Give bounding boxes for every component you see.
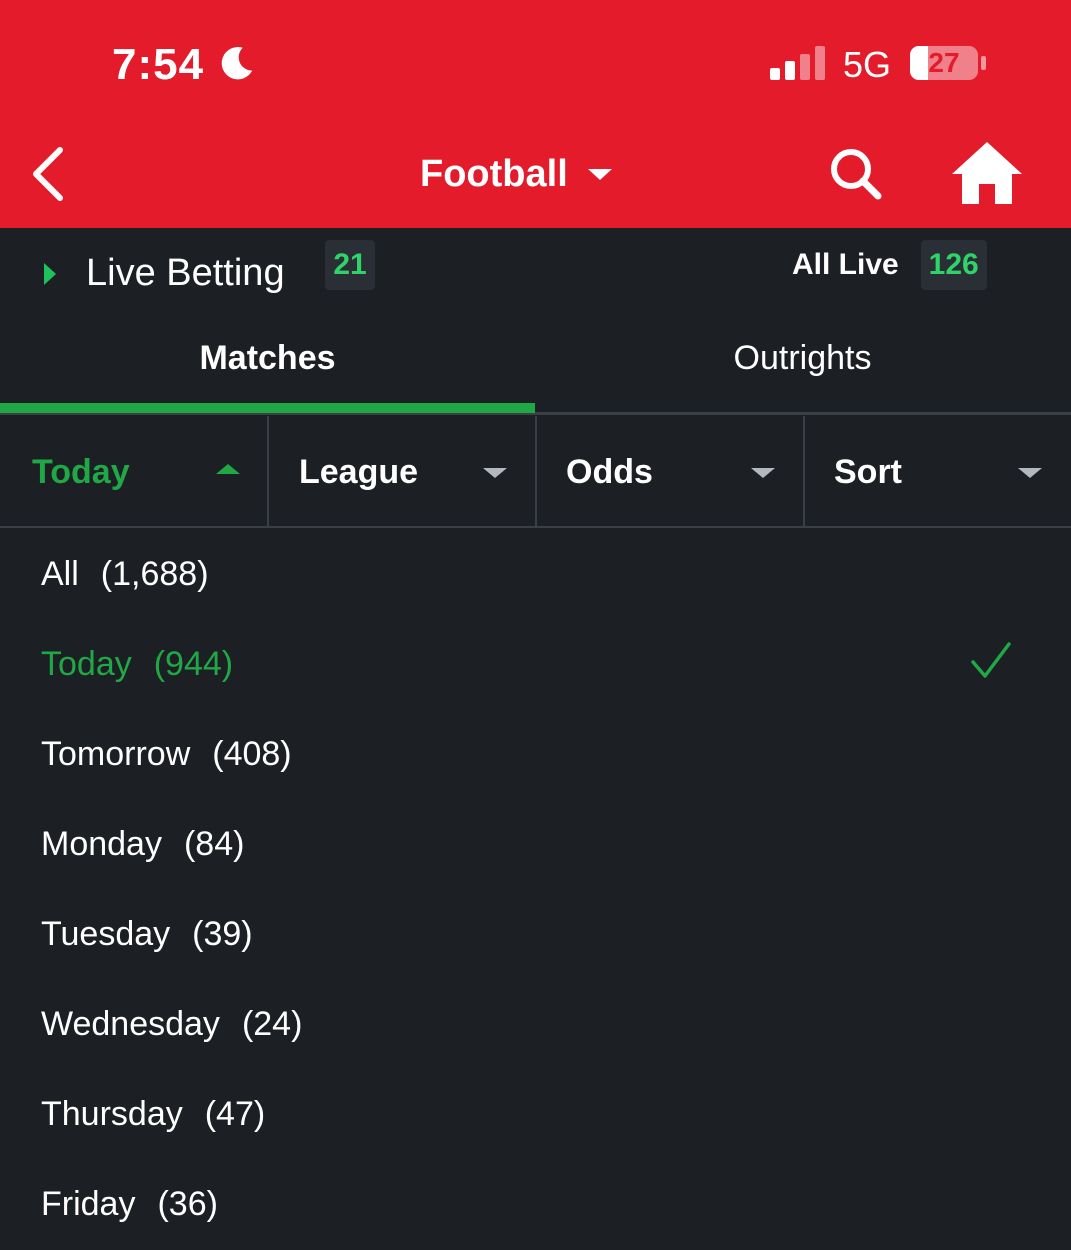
tab-outrights[interactable]: Outrights — [535, 310, 1070, 414]
option-tuesday[interactable]: Tuesday (39) — [0, 888, 1071, 978]
option-count: (84) — [183, 825, 245, 863]
filter-sort[interactable]: Sort — [805, 416, 1071, 526]
filter-league[interactable]: League — [269, 416, 535, 526]
option-count: (24) — [241, 1005, 303, 1043]
live-betting-label: Live Betting — [86, 252, 285, 294]
home-button[interactable] — [950, 140, 1024, 206]
search-icon — [831, 149, 882, 200]
filter-date-label: Today — [32, 453, 130, 491]
sport-selector[interactable]: Football — [420, 148, 612, 200]
battery-level: 27 — [928, 47, 960, 78]
tab-matches[interactable]: Matches — [0, 310, 535, 414]
caret-down-icon — [483, 468, 507, 478]
checkmark-icon — [971, 642, 1011, 678]
page-title: Football — [420, 152, 568, 195]
moon-icon — [221, 47, 253, 80]
option-wednesday[interactable]: Wednesday (24) — [0, 978, 1071, 1068]
filter-league-label: League — [299, 453, 419, 491]
battery-icon: 27 — [910, 46, 988, 80]
option-count: (39) — [192, 915, 253, 953]
filter-odds[interactable]: Odds — [537, 416, 803, 526]
option-tomorrow[interactable]: Tomorrow (408) — [0, 708, 1071, 798]
date-options-list: All (1,688) Today (944) Tomorrow (408) Mond… — [0, 528, 1071, 1248]
caret-down-icon — [1018, 468, 1042, 478]
option-count: (1,688) — [100, 555, 209, 593]
search-button[interactable] — [828, 146, 884, 202]
all-live-label: All Live — [792, 248, 899, 281]
option-today[interactable]: Today (944) — [0, 618, 1071, 708]
option-label: Wednesday — [41, 1005, 220, 1043]
caret-down-icon — [751, 468, 775, 478]
app-header: 7:54 5G 27 Football — [0, 0, 1071, 228]
tab-bar: Matches Outrights — [0, 310, 1071, 415]
caret-up-icon — [216, 464, 240, 474]
live-betting-count: 21 — [325, 240, 375, 290]
option-friday[interactable]: Friday (36) — [0, 1158, 1071, 1248]
option-label: Tomorrow — [41, 735, 191, 773]
option-count: (408) — [212, 735, 292, 773]
option-label: Friday — [41, 1185, 136, 1223]
filter-date[interactable]: Today — [0, 416, 267, 526]
active-tab-indicator — [0, 403, 535, 413]
live-betting-bar: Live Betting 21 All Live 126 — [0, 228, 1071, 310]
option-label: All — [41, 555, 79, 593]
live-betting-toggle[interactable]: Live Betting — [44, 252, 285, 295]
option-label: Monday — [41, 825, 162, 863]
home-icon — [952, 142, 1022, 204]
option-all[interactable]: All (1,688) — [0, 528, 1071, 618]
back-button[interactable] — [28, 144, 72, 204]
all-live-link[interactable]: All Live 126 — [792, 240, 987, 290]
filter-sort-label: Sort — [834, 453, 902, 491]
option-count: (944) — [153, 645, 234, 683]
chevron-left-icon — [33, 147, 63, 201]
caret-right-icon — [44, 262, 56, 285]
option-count: (47) — [204, 1095, 266, 1133]
option-count: (36) — [157, 1185, 218, 1223]
network-type: 5G — [843, 44, 892, 85]
signal-icon — [770, 46, 825, 80]
option-label: Today — [41, 645, 132, 683]
option-thursday[interactable]: Thursday (47) — [0, 1068, 1071, 1158]
option-label: Tuesday — [41, 915, 171, 953]
filter-bar: Today League Odds Sort — [0, 416, 1071, 528]
status-time: 7:54 — [112, 40, 205, 89]
filter-odds-label: Odds — [566, 453, 653, 491]
option-monday[interactable]: Monday (84) — [0, 798, 1071, 888]
caret-down-icon — [587, 168, 612, 180]
option-label: Thursday — [41, 1095, 183, 1133]
all-live-count: 126 — [920, 240, 987, 290]
